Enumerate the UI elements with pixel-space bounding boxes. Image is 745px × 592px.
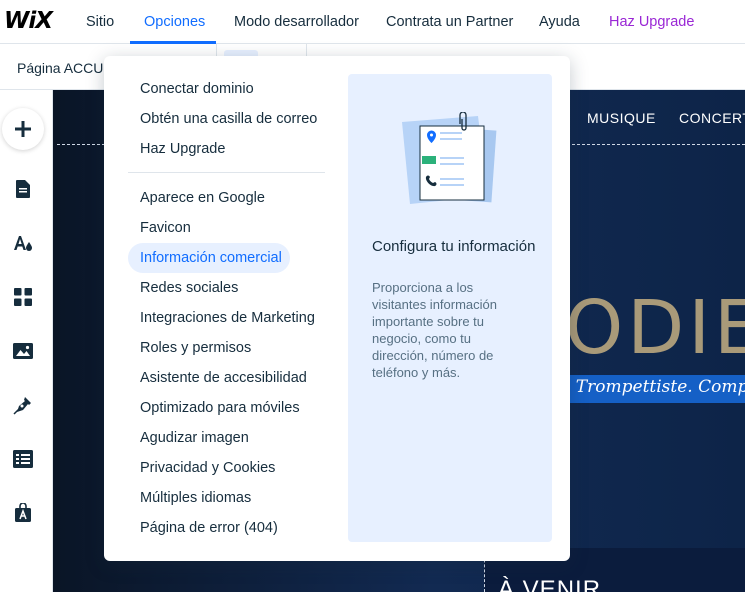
dropdown-item-integraciones-marketing[interactable]: Integraciones de Marketing [140,310,315,326]
apps-button[interactable] [11,285,35,309]
pages-icon [16,180,30,198]
info-panel: Configura tu información Proporciona a l… [348,74,552,542]
site-section-title[interactable]: À VENIR [498,576,601,592]
add-icon [15,121,31,137]
site-nav-concerts[interactable]: CONCERTS [679,110,745,126]
blog-button[interactable] [11,393,35,417]
site-tagline[interactable]: . Trompettiste. Compos [565,377,745,397]
menu-opciones[interactable]: Opciones [144,14,205,30]
business-button[interactable] [11,501,35,525]
menu-sitio[interactable]: Sitio [86,14,114,30]
apps-icon [14,288,32,306]
dropdown-item-pagina-error[interactable]: Página de error (404) [140,520,278,536]
opciones-dropdown: Conectar dominio Obtén una casilla de co… [104,56,570,561]
dropdown-item-aparece-google[interactable]: Aparece en Google [140,190,265,206]
dropdown-item-privacidad-cookies[interactable]: Privacidad y Cookies [140,460,275,476]
top-menu-bar: WiX Sitio Opciones Modo desarrollador Co… [0,0,745,44]
dropdown-item-optimizado-moviles[interactable]: Optimizado para móviles [140,400,300,416]
info-panel-description: Proporciona a los visitantes información… [372,280,497,380]
site-hero-title[interactable]: ODIE [565,285,745,371]
menu-contrata-partner[interactable]: Contrata un Partner [386,14,513,30]
pen-icon [13,397,31,415]
dropdown-item-haz-upgrade[interactable]: Haz Upgrade [140,141,225,157]
site-nav-musique[interactable]: MUSIQUE [587,110,656,126]
cms-button[interactable] [11,447,35,471]
dropdown-separator [128,172,325,173]
dropdown-item-conectar-dominio[interactable]: Conectar dominio [140,81,254,97]
dropdown-item-roles-permisos[interactable]: Roles y permisos [140,340,251,356]
left-toolbar [0,90,53,592]
add-elements-button[interactable] [2,108,44,150]
dropdown-item-agudizar-imagen[interactable]: Agudizar imagen [140,430,249,446]
bag-icon [15,503,31,522]
dropdown-item-redes-sociales[interactable]: Redes sociales [140,280,238,296]
dropdown-item-informacion-comercial[interactable]: Información comercial [140,250,282,266]
page-selector-label: Página [17,60,61,76]
pages-button[interactable] [11,177,35,201]
design-icon [14,236,32,251]
media-button[interactable] [11,339,35,363]
menu-ayuda[interactable]: Ayuda [539,14,580,30]
dropdown-item-multiples-idiomas[interactable]: Múltiples idiomas [140,490,251,506]
menu-haz-upgrade[interactable]: Haz Upgrade [609,14,694,30]
dropdown-item-favicon[interactable]: Favicon [140,220,191,236]
table-icon [13,450,33,468]
page-selector[interactable]: Página ACCUE [17,60,113,76]
design-button[interactable] [11,231,35,255]
menu-modo-desarrollador[interactable]: Modo desarrollador [234,14,359,30]
media-icon [13,343,33,359]
dropdown-item-casilla-correo[interactable]: Obtén una casilla de correo [140,111,317,127]
dropdown-item-asistente-accesibilidad[interactable]: Asistente de accesibilidad [140,370,307,386]
business-info-illustration [402,112,497,204]
info-panel-title: Configura tu información [372,238,536,255]
wix-logo[interactable]: WiX [4,8,53,34]
